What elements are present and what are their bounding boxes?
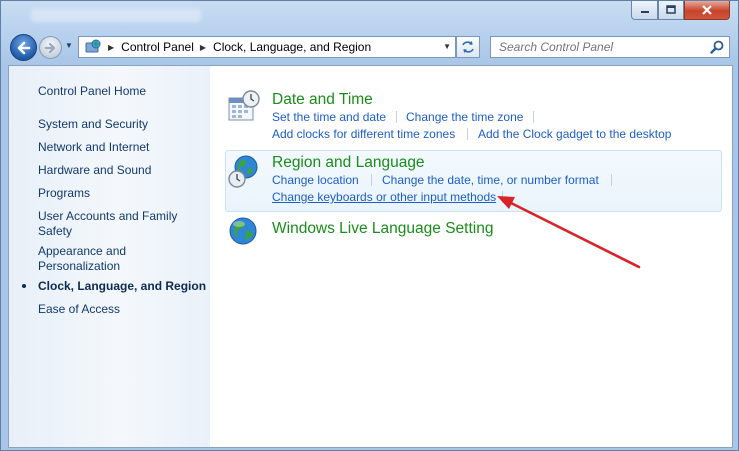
search-input[interactable] bbox=[497, 39, 706, 55]
link-separator bbox=[396, 111, 397, 123]
link-set-time-date[interactable]: Set the time and date bbox=[272, 110, 386, 124]
link-separator bbox=[533, 111, 534, 123]
back-button[interactable] bbox=[10, 34, 37, 61]
link-change-time-zone[interactable]: Change the time zone bbox=[406, 110, 523, 124]
close-icon bbox=[702, 4, 712, 15]
category-title-region-language[interactable]: Region and Language bbox=[272, 154, 425, 172]
sidebar-item-clock-language-region[interactable]: Clock, Language, and Region bbox=[38, 279, 206, 294]
search-icon[interactable] bbox=[710, 40, 724, 54]
sidebar-item-user-accounts[interactable]: User Accounts and Family Safety bbox=[38, 209, 177, 239]
link-change-location[interactable]: Change location bbox=[272, 173, 359, 187]
chevron-down-icon: ▼ bbox=[65, 41, 73, 50]
maximize-button[interactable] bbox=[658, 1, 684, 20]
back-arrow-icon bbox=[17, 41, 30, 54]
search-box[interactable] bbox=[490, 36, 730, 58]
minimize-icon bbox=[640, 11, 649, 13]
sidebar-item-network-internet[interactable]: Network and Internet bbox=[38, 140, 149, 155]
breadcrumb-arrow-icon[interactable]: ▶ bbox=[200, 43, 206, 52]
sidebar-item-hardware-sound[interactable]: Hardware and Sound bbox=[38, 163, 151, 178]
control-panel-icon bbox=[85, 39, 101, 53]
close-button[interactable] bbox=[684, 1, 730, 20]
forward-arrow-icon bbox=[44, 42, 55, 53]
main-panel: Date and Time Set the time and date Chan… bbox=[210, 66, 732, 447]
sidebar-item-programs[interactable]: Programs bbox=[38, 186, 90, 201]
breadcrumb-clock-language-region[interactable]: Clock, Language, and Region bbox=[213, 40, 371, 54]
sidebar-item-system-security[interactable]: System and Security bbox=[38, 117, 148, 132]
annotation-arrow bbox=[497, 196, 641, 269]
breadcrumb-arrow-icon[interactable]: ▶ bbox=[108, 43, 114, 52]
link-separator bbox=[371, 174, 372, 186]
refresh-icon bbox=[462, 41, 474, 53]
link-separator bbox=[611, 174, 612, 186]
link-separator bbox=[467, 128, 468, 140]
breadcrumb-control-panel[interactable]: Control Panel bbox=[121, 40, 194, 54]
active-bullet-icon bbox=[22, 284, 26, 288]
link-change-date-format[interactable]: Change the date, time, or number format bbox=[382, 173, 599, 187]
sidebar-item-ease-of-access[interactable]: Ease of Access bbox=[38, 302, 120, 317]
minimize-button[interactable] bbox=[631, 1, 658, 20]
link-add-clocks[interactable]: Add clocks for different time zones bbox=[272, 127, 455, 141]
sidebar-item-control-panel-home[interactable]: Control Panel Home bbox=[38, 84, 146, 99]
control-panel-window: ▼ ▶ Control Panel ▶ Clock, Language, and… bbox=[0, 0, 739, 451]
caption-buttons bbox=[631, 1, 730, 20]
link-add-clock-gadget[interactable]: Add the Clock gadget to the desktop bbox=[478, 127, 671, 141]
title-bar bbox=[31, 9, 201, 22]
forward-button[interactable] bbox=[39, 36, 62, 59]
category-title-date-time[interactable]: Date and Time bbox=[272, 91, 373, 109]
globe-icon bbox=[229, 217, 257, 245]
recent-pages-dropdown[interactable]: ▼ bbox=[65, 41, 75, 53]
maximize-icon bbox=[666, 5, 676, 14]
refresh-button[interactable] bbox=[456, 36, 480, 58]
globe-clock-icon bbox=[228, 155, 258, 188]
address-dropdown-icon[interactable]: ▼ bbox=[443, 42, 451, 51]
link-change-keyboards[interactable]: Change keyboards or other input methods bbox=[272, 190, 496, 204]
sidebar-item-appearance[interactable]: Appearance and Personalization bbox=[38, 244, 126, 274]
sidebar: Control Panel Home System and Security N… bbox=[9, 66, 210, 447]
address-bar[interactable]: ▶ Control Panel ▶ Clock, Language, and R… bbox=[78, 36, 456, 58]
calendar-clock-icon bbox=[228, 90, 260, 121]
category-title-windows-live-language[interactable]: Windows Live Language Setting bbox=[272, 220, 493, 238]
